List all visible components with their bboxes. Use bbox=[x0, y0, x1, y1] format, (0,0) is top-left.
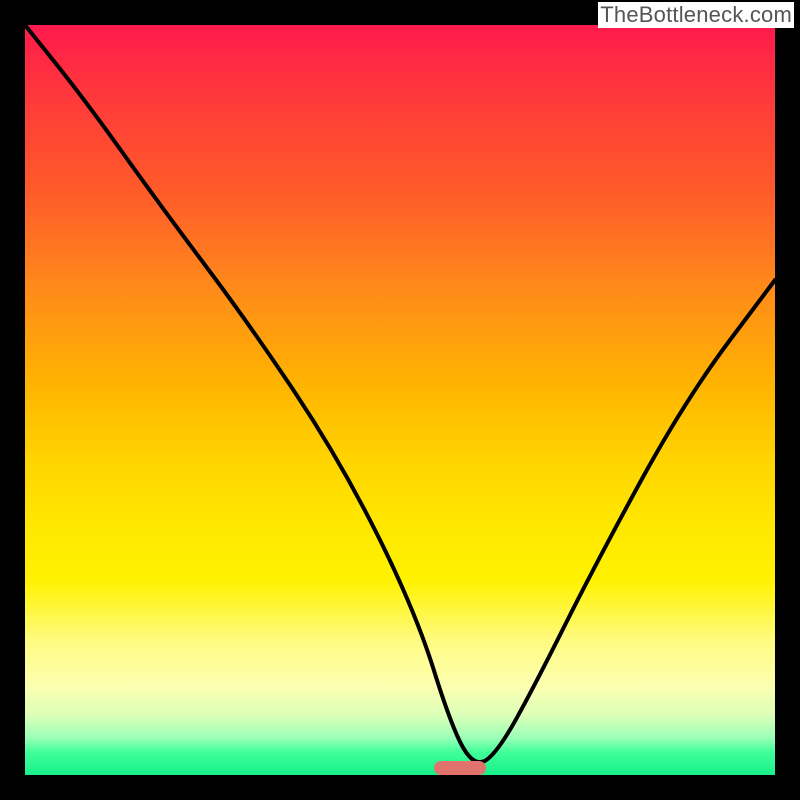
minimum-marker bbox=[434, 761, 486, 775]
chart-frame: TheBottleneck.com bbox=[0, 0, 800, 800]
bottleneck-curve bbox=[25, 25, 775, 775]
plot-area bbox=[25, 25, 775, 775]
watermark-text: TheBottleneck.com bbox=[598, 2, 794, 28]
